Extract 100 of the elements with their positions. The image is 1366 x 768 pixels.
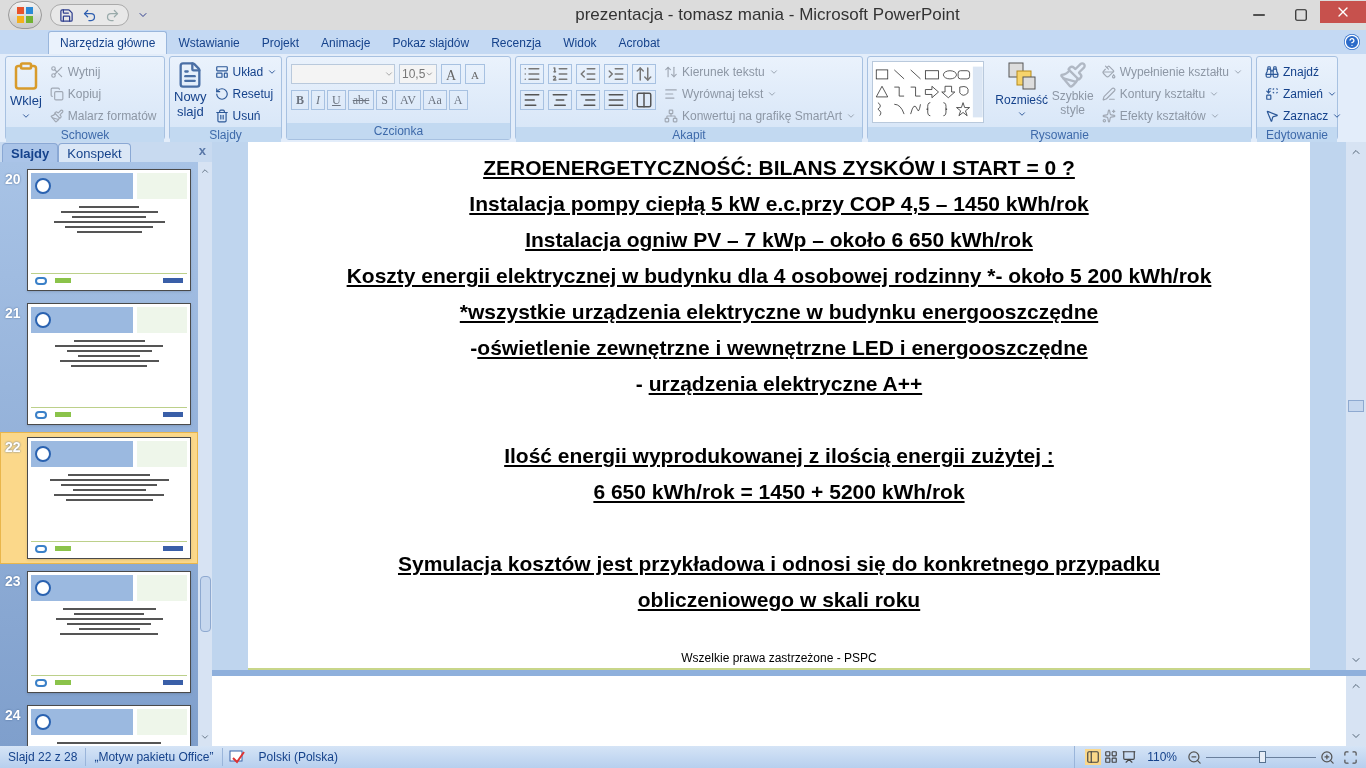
shrink-font-button[interactable]: A [465, 64, 485, 84]
panel-tab[interactable]: Slajdy [2, 143, 59, 162]
format-button[interactable]: U [327, 90, 346, 110]
fit-to-window-icon[interactable] [1343, 749, 1358, 765]
justify-icon[interactable] [604, 90, 628, 110]
slide-text-line: 6 650 kWh/rok = 1450 + 5200 kWh/rok [593, 479, 965, 505]
ribbon-command[interactable]: Znajdź [1261, 61, 1347, 83]
bullets-icon[interactable] [520, 64, 544, 84]
ribbon-command[interactable]: Układ [210, 61, 282, 83]
ribbon-tab[interactable]: Recenzja [480, 31, 553, 54]
format-button[interactable]: I [311, 90, 325, 110]
ribbon-tab[interactable]: Animacje [310, 31, 382, 54]
office-button[interactable] [8, 1, 42, 29]
align-left-icon[interactable] [520, 90, 544, 110]
group-label: Akapit [516, 127, 862, 143]
format-button[interactable]: S [376, 90, 394, 110]
caret-icon [1209, 111, 1220, 121]
ribbon-command[interactable]: Zaznacz [1261, 105, 1347, 127]
group-label: Slajdy [170, 127, 281, 143]
ribbon-command[interactable]: Resetuj [210, 83, 282, 105]
ribbon-tab[interactable]: Narzędzia główne [48, 31, 168, 54]
group-label: Edytowanie [1257, 127, 1337, 143]
shapes-gallery-icon[interactable] [872, 61, 984, 123]
arrange-button[interactable]: Rozmieść [995, 61, 1048, 119]
scroll-down-icon [200, 732, 210, 742]
ribbon-command[interactable]: Zamień [1261, 83, 1347, 105]
align-right-icon[interactable] [576, 90, 600, 110]
slide-text-line: Instalacja pompy ciepłą 5 kW e.c.przy COP 4,5 – 1450 kWh/rok [469, 191, 1089, 217]
caret-icon [846, 111, 857, 121]
zoom-in-icon[interactable] [1320, 749, 1335, 765]
slide-list-item[interactable]: 24 [0, 700, 198, 746]
caret-icon [1209, 89, 1220, 99]
scroll-thumb[interactable] [199, 576, 211, 632]
brush-icon [1058, 61, 1087, 89]
slideshow-view-icon[interactable] [1121, 749, 1138, 765]
scroll-thumb[interactable] [1348, 400, 1364, 412]
paste-button[interactable]: Wklej [10, 61, 42, 121]
slide-number: 24 [5, 706, 22, 725]
quick-styles-button[interactable]: Szybkie style [1051, 61, 1094, 117]
scrollbar[interactable] [1346, 676, 1366, 746]
panel-tab[interactable]: Konspekt [58, 143, 131, 162]
caret-icon [425, 69, 434, 79]
caret-icon [1016, 109, 1027, 119]
help-icon[interactable] [1344, 34, 1360, 50]
zoom-level[interactable]: 110% [1137, 748, 1187, 766]
language[interactable]: Polski (Polska) [250, 748, 346, 766]
slide-text-line: - urządzenia elektryczne A++ [635, 371, 923, 397]
zoom-slider-thumb[interactable] [1259, 751, 1267, 763]
sorter-view-icon[interactable] [1103, 749, 1120, 765]
ribbon-tab[interactable]: Projekt [250, 31, 311, 54]
layout-icon [214, 65, 229, 79]
font-name-field[interactable] [291, 64, 395, 84]
slide-text-line: Instalacja ogniw PV – 7 kWp – około 6 650 kWh/rok [525, 227, 1033, 253]
undo-icon[interactable] [82, 7, 97, 23]
slide-text-line: Ilość energii wyprodukowanej z ilością energii zużytej : [504, 443, 1054, 469]
columns-icon[interactable] [632, 90, 656, 110]
grow-font-button[interactable]: A [441, 64, 461, 84]
scrollbar[interactable] [198, 162, 212, 746]
ribbon-tab[interactable]: Pokaz slajdów [381, 31, 481, 54]
line-spacing-icon[interactable] [632, 64, 656, 84]
ribbon-tab[interactable]: Acrobat [607, 31, 671, 54]
new-slide-button[interactable]: Nowy slajd [174, 61, 207, 119]
group-label: Czcionka [287, 123, 510, 139]
fill-bucket-icon [1101, 65, 1116, 79]
zoom-out-icon[interactable] [1187, 749, 1202, 765]
restore-icon[interactable] [1294, 8, 1308, 22]
format-button[interactable]: A [448, 90, 468, 110]
group-label: Schowek [6, 127, 164, 143]
slide-list-item[interactable]: 23 [0, 566, 198, 698]
outline-pen-icon [1101, 87, 1116, 101]
pointer-icon [1265, 109, 1279, 123]
binoculars-icon [1265, 65, 1279, 79]
panel-close-button[interactable]: x [198, 140, 206, 160]
slide-text-line: -oświetlenie zewnętrzne i wewnętrzne LED i energooszczędne [470, 335, 1088, 361]
format-button[interactable]: Aa [422, 90, 447, 110]
slide-text-line: ZEROENERGETYCZNOŚĆ: BILANS ZYSKÓW I START = 0 ? [483, 155, 1075, 181]
align-text-icon [664, 87, 678, 101]
align-center-icon[interactable] [548, 90, 572, 110]
scissors-icon [49, 65, 64, 79]
caret-icon [768, 67, 779, 77]
format-button[interactable]: B [291, 90, 309, 110]
normal-view-icon[interactable] [1085, 749, 1102, 765]
spelling-icon[interactable] [228, 750, 245, 764]
slide-text-line: *wszystkie urządzenia elektryczne w budynku energooszczędne [459, 299, 1099, 325]
caret-icon [267, 67, 278, 77]
ribbon-command[interactable]: Usuń [210, 105, 282, 127]
ribbon-tab[interactable]: Widok [552, 31, 608, 54]
save-icon[interactable] [59, 7, 74, 23]
caret-icon [1233, 67, 1243, 77]
zoom-slider[interactable] [1206, 750, 1316, 764]
format-button[interactable]: AV [395, 90, 421, 110]
indent-icon[interactable] [604, 64, 628, 84]
numbering-icon[interactable] [548, 64, 572, 84]
caret-icon [1327, 89, 1337, 99]
font-size-field[interactable]: 10,5 [399, 64, 437, 84]
ribbon-tab[interactable]: Wstawianie [167, 31, 251, 54]
outdent-icon[interactable] [576, 64, 600, 84]
slide-number: 21 [5, 304, 22, 323]
scrollbar[interactable] [1346, 142, 1366, 670]
format-button[interactable]: abc [347, 90, 375, 110]
